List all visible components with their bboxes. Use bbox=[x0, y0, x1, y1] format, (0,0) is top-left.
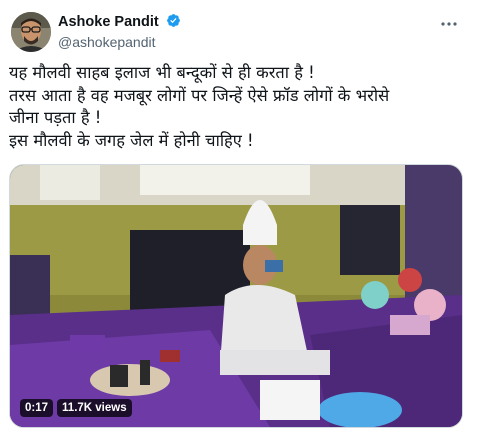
author-block: Ashoke Pandit @ashokepandit bbox=[58, 13, 181, 51]
video-duration: 0:17 bbox=[20, 399, 54, 417]
video-badges: 0:17 11.7K views bbox=[20, 399, 132, 417]
handle[interactable]: @ashokepandit bbox=[58, 33, 181, 51]
display-name[interactable]: Ashoke Pandit bbox=[58, 13, 159, 31]
tweet-line: इस मौलवी के जगह जेल में होनी चाहिए ! bbox=[9, 130, 254, 150]
video-frame bbox=[10, 165, 462, 427]
tweet-line: जीना पड़ता है ! bbox=[9, 108, 102, 127]
tweet-text: यह मौलवी साहब इलाज भी बन्दूकों से ही करत… bbox=[9, 62, 471, 152]
video-player[interactable]: 0:17 11.7K views bbox=[9, 164, 463, 428]
video-views: 11.7K views bbox=[57, 399, 132, 417]
tweet: Ashoke Pandit @ashokepandit यह मौलवी साह… bbox=[0, 0, 477, 437]
tweet-line: तरस आता है वह मजबूर लोगों पर जिन्हें ऐसे… bbox=[9, 85, 390, 105]
tweet-line: यह मौलवी साहब इलाज भी बन्दूकों से ही करत… bbox=[9, 63, 315, 82]
avatar[interactable] bbox=[11, 12, 51, 52]
more-options-icon[interactable] bbox=[439, 14, 459, 34]
verified-badge-icon bbox=[166, 13, 181, 28]
